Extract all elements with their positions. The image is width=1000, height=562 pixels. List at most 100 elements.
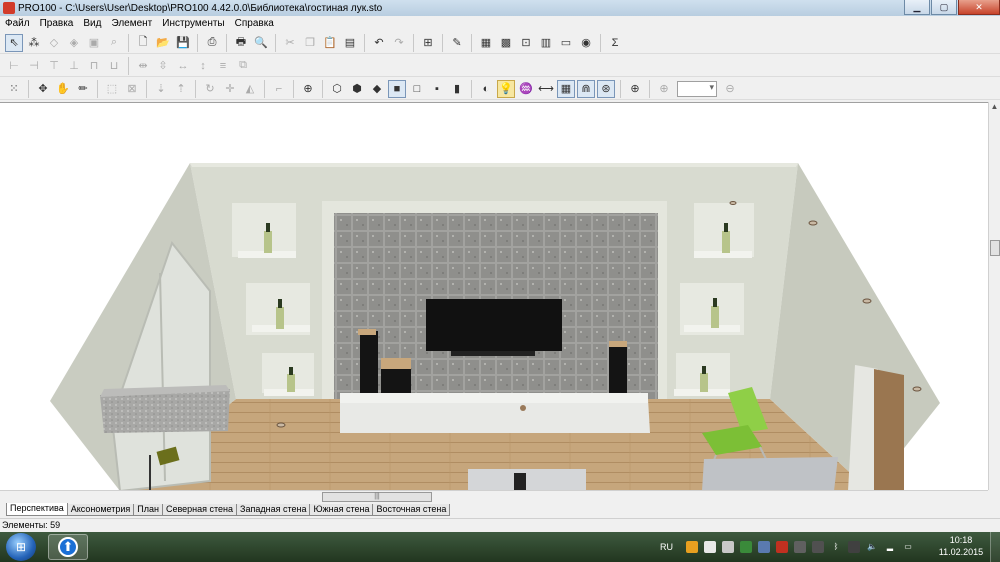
zoom-in-icon[interactable]: ⊕ <box>655 80 673 98</box>
flip-icon[interactable]: ◭ <box>241 80 259 98</box>
show-desktop-button[interactable] <box>990 532 1000 562</box>
tray-red-icon[interactable] <box>776 541 788 553</box>
cube-color-icon[interactable]: ▮ <box>448 80 466 98</box>
cut-icon[interactable]: ✂ <box>281 34 299 52</box>
tray-printer-icon[interactable] <box>722 541 734 553</box>
horizontal-scroll-thumb[interactable]: ||| <box>322 492 432 502</box>
cube-outline-icon[interactable]: □ <box>408 80 426 98</box>
cube-shaded-icon[interactable]: ◆ <box>368 80 386 98</box>
rotate-icon[interactable]: ↻ <box>201 80 219 98</box>
grid-icon[interactable]: ⁙ <box>5 80 23 98</box>
minimize-button[interactable]: ▁ <box>904 0 930 15</box>
scroll-up-icon[interactable]: ▲ <box>989 102 1000 114</box>
vertical-scroll-thumb[interactable] <box>990 240 1000 256</box>
3d-viewport[interactable] <box>0 102 988 490</box>
color-mode-icon[interactable]: ◐ <box>477 80 495 98</box>
redo-icon[interactable]: ↷ <box>390 34 408 52</box>
export-icon[interactable]: ⎙ <box>203 34 221 52</box>
same-height-icon[interactable]: ↕ <box>194 57 212 75</box>
align-middle-icon[interactable]: ⊔ <box>105 57 123 75</box>
frame-icon[interactable]: ⬚ <box>103 80 121 98</box>
tab-perspective[interactable]: Перспектива <box>6 503 68 516</box>
menu-tools[interactable]: Инструменты <box>157 18 229 29</box>
start-button[interactable]: ⊞ <box>6 533 36 561</box>
pencil-icon[interactable]: ✏ <box>74 80 92 98</box>
save-icon[interactable]: 💾 <box>174 34 192 52</box>
arrange-icon[interactable]: ⧉ <box>234 57 252 75</box>
language-indicator[interactable]: RU <box>660 542 673 552</box>
group-icon[interactable]: ▣ <box>85 34 103 52</box>
materials-icon[interactable]: ▩ <box>497 34 515 52</box>
rotate-element-icon[interactable]: ◇ <box>45 34 63 52</box>
report-icon[interactable]: ▭ <box>557 34 575 52</box>
select-arrow-icon[interactable]: ⇖ <box>5 33 23 52</box>
price-icon[interactable]: ◉ <box>577 34 595 52</box>
menu-element[interactable]: Элемент <box>106 18 157 29</box>
mirror-element-icon[interactable]: ◈ <box>65 34 83 52</box>
zoom-dropdown[interactable] <box>677 80 717 97</box>
move-down-icon[interactable]: ⇣ <box>152 80 170 98</box>
undo-icon[interactable]: ↶ <box>370 34 388 52</box>
shadow-icon[interactable]: ♒ <box>517 80 535 98</box>
new-file-icon[interactable]: 🗋 <box>134 34 152 52</box>
menu-file[interactable]: Файл <box>0 18 35 29</box>
library-icon[interactable]: ▦ <box>477 34 495 52</box>
edit-element-icon[interactable]: ✎ <box>448 34 466 52</box>
print-preview-icon[interactable]: 🔍 <box>252 34 270 52</box>
target-icon[interactable]: ⊕ <box>299 80 317 98</box>
room-icon[interactable]: ⊡ <box>517 34 535 52</box>
volume-icon[interactable]: 🔈 <box>866 541 878 553</box>
magnet-icon[interactable]: ⋒ <box>577 79 595 98</box>
network-signal-icon[interactable]: ▂ <box>884 541 896 553</box>
move-cross-icon[interactable]: ✛ <box>221 80 239 98</box>
tab-axonometry[interactable]: Аксонометрия <box>66 504 135 516</box>
align-right-icon[interactable]: ⊤ <box>45 57 63 75</box>
light-bulb-icon[interactable]: 💡 <box>497 79 515 98</box>
tray-misc-icon[interactable] <box>848 541 860 553</box>
properties-icon[interactable]: ⊞ <box>419 34 437 52</box>
tray-usb-icon[interactable] <box>812 541 824 553</box>
distribute-h-icon[interactable]: ⇹ <box>134 57 152 75</box>
collision-icon[interactable]: ⊛ <box>597 79 615 98</box>
wall-icon[interactable]: ▥ <box>537 34 555 52</box>
maximize-button[interactable]: ▢ <box>931 0 957 15</box>
horizontal-scrollbar[interactable]: ||| <box>0 490 988 502</box>
battery-icon[interactable]: ▭ <box>902 541 914 553</box>
target-red-icon[interactable]: ⊕ <box>626 80 644 98</box>
cube-hidden-icon[interactable]: ⬢ <box>348 80 366 98</box>
cube-solid-icon[interactable]: ▪ <box>428 80 446 98</box>
tab-east-wall[interactable]: Восточная стена <box>372 504 451 516</box>
close-button[interactable]: ✕ <box>958 0 1000 15</box>
menu-view[interactable]: Вид <box>78 18 106 29</box>
tray-device-icon[interactable] <box>794 541 806 553</box>
bluetooth-icon[interactable]: ᛒ <box>830 541 842 553</box>
tab-north-wall[interactable]: Северная стена <box>161 504 238 516</box>
grid-view-icon[interactable]: ▦ <box>557 79 575 98</box>
find-icon[interactable]: ⌕ <box>105 34 123 52</box>
tray-notes-icon[interactable] <box>704 541 716 553</box>
tab-plan[interactable]: План <box>133 504 163 516</box>
taskbar-app-pro100[interactable]: ⬆ <box>48 534 88 560</box>
align-left-icon[interactable]: ⊢ <box>5 57 23 75</box>
cube-textured-icon[interactable]: ■ <box>388 79 406 98</box>
move-icon[interactable]: ✥ <box>34 80 52 98</box>
sum-icon[interactable]: Σ <box>606 34 624 52</box>
open-folder-icon[interactable]: 📂 <box>154 34 172 52</box>
paste-icon[interactable]: 📋 <box>321 34 339 52</box>
align-bottom-icon[interactable]: ⊓ <box>85 57 103 75</box>
copy-icon[interactable]: ❐ <box>301 34 319 52</box>
zoom-out-icon[interactable]: ⊖ <box>721 80 739 98</box>
distribute-v-icon[interactable]: ⇳ <box>154 57 172 75</box>
print-icon[interactable]: 🖶 <box>232 34 250 52</box>
tab-west-wall[interactable]: Западная стена <box>236 504 311 516</box>
menu-help[interactable]: Справка <box>230 18 279 29</box>
menu-edit[interactable]: Правка <box>35 18 79 29</box>
align-top-icon[interactable]: ⊥ <box>65 57 83 75</box>
paste-special-icon[interactable]: ▤ <box>341 34 359 52</box>
frame-multi-icon[interactable]: ⊠ <box>123 80 141 98</box>
same-width-icon[interactable]: ↔ <box>174 57 192 75</box>
tab-south-wall[interactable]: Южная стена <box>309 504 374 516</box>
cube-wireframe-icon[interactable]: ⬡ <box>328 80 346 98</box>
tray-app-icon[interactable] <box>686 541 698 553</box>
dimension-icon[interactable]: ⟷ <box>537 80 555 98</box>
